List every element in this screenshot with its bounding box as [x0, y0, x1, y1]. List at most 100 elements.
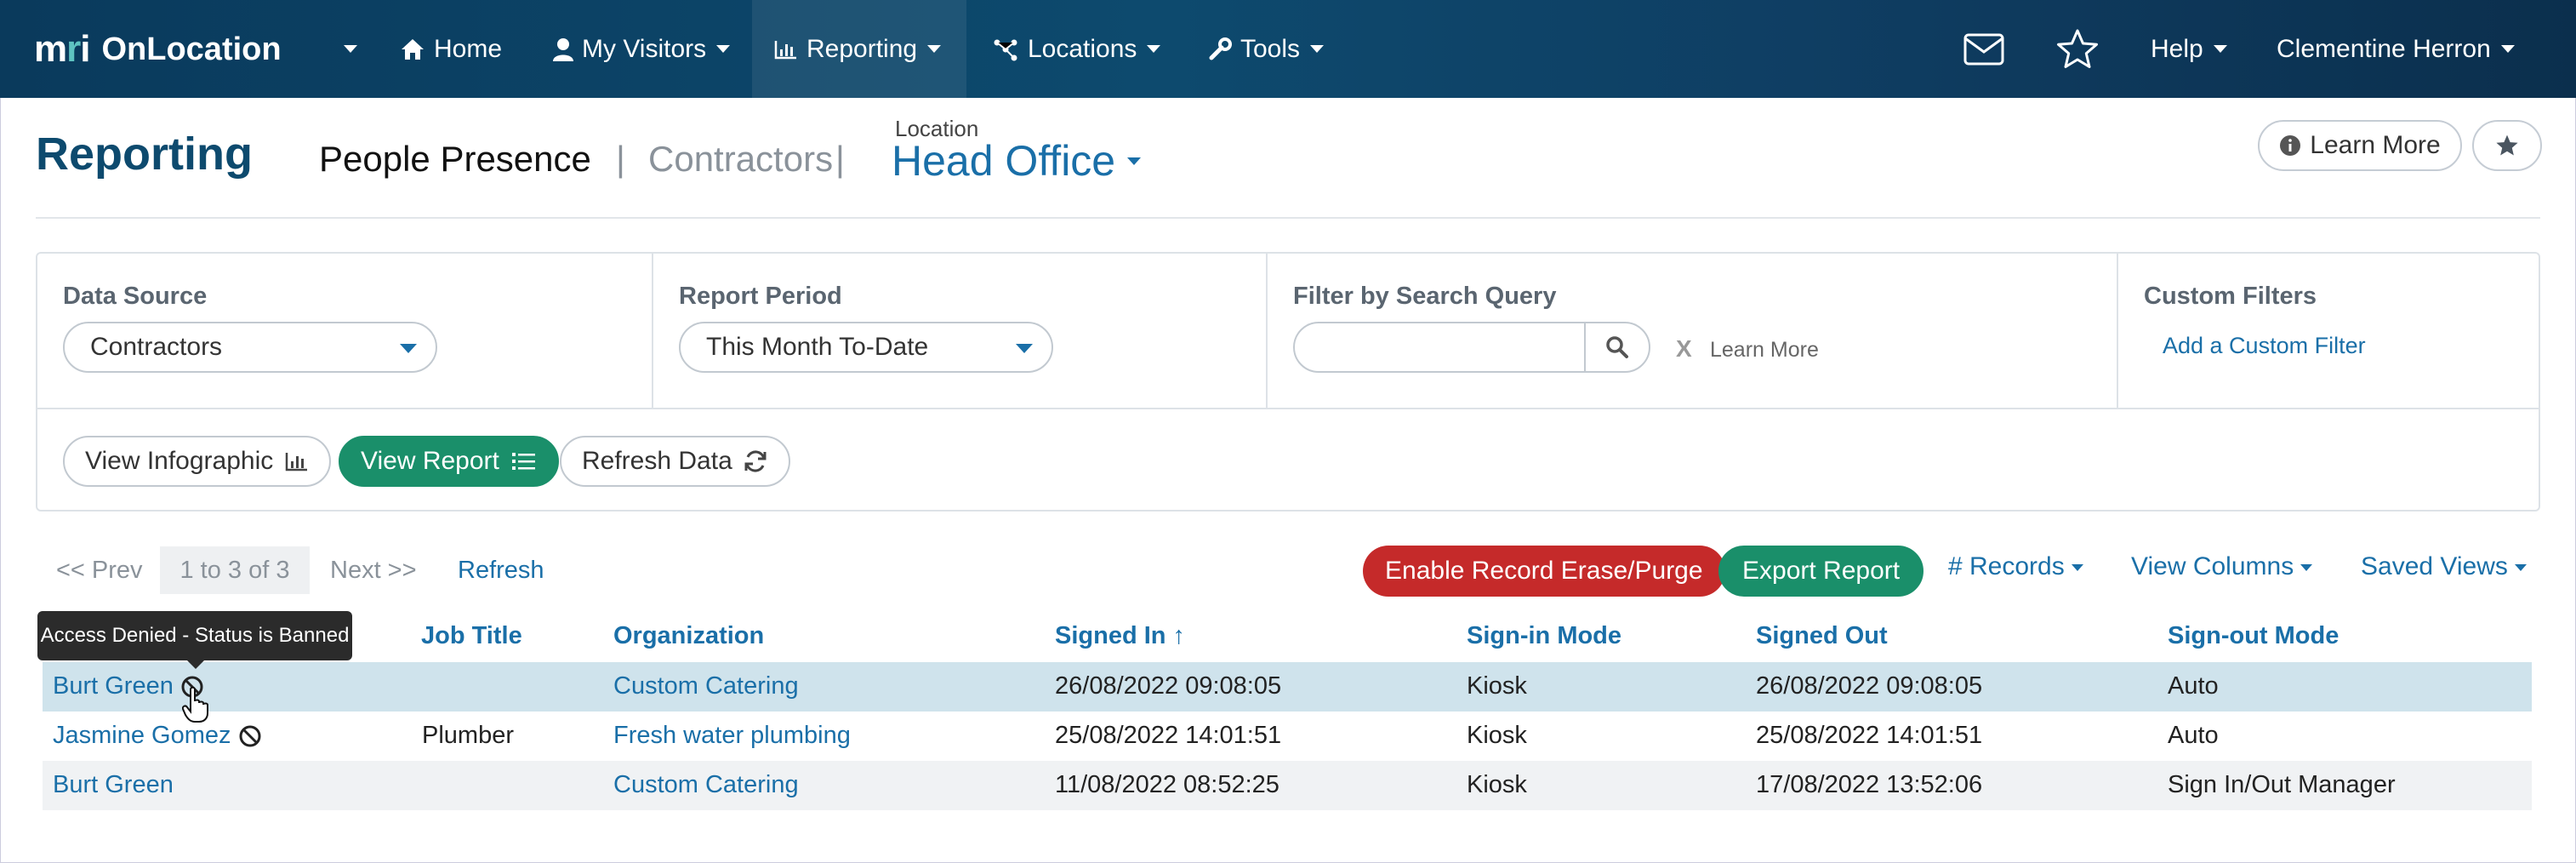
pager-prev[interactable]: << Prev	[56, 546, 143, 594]
brand-logo[interactable]: mri OnLocation	[34, 26, 282, 73]
signed-in-cell: 25/08/2022 14:01:51	[1055, 722, 1282, 749]
chevron-down-icon	[1147, 45, 1161, 53]
search-learn-more-link[interactable]: Learn More	[1710, 338, 1819, 363]
data-source-select[interactable]: Contractors	[63, 322, 437, 373]
enable-record-erase-button[interactable]: Enable Record Erase/Purge	[1363, 546, 1725, 597]
saved-views-dropdown[interactable]: Saved Views	[2361, 552, 2527, 581]
chevron-down-icon	[1127, 157, 1142, 165]
refresh-data-button[interactable]: Refresh Data	[560, 436, 790, 487]
view-infographic-button[interactable]: View Infographic	[63, 436, 332, 487]
nav-tools-label: Tools	[1240, 34, 1301, 63]
refresh-link[interactable]: Refresh	[458, 546, 544, 594]
sign-in-mode-cell: Kiosk	[1467, 672, 1527, 700]
view-columns-label: View Columns	[2131, 552, 2294, 580]
report-period-filter: Report Period This Month To-Date	[653, 254, 1268, 409]
top-navbar: mri OnLocation Home My Visitors Reportin…	[0, 0, 2576, 98]
user-menu[interactable]: Clementine Herron	[2277, 0, 2515, 98]
favorite-report-button[interactable]	[2472, 120, 2542, 171]
export-label: Export Report	[1742, 557, 1901, 585]
help-menu[interactable]: Help	[2151, 0, 2227, 98]
banned-icon[interactable]	[238, 724, 262, 748]
location-selector[interactable]: Head Office	[892, 136, 1142, 186]
custom-filters-label: Custom Filters	[2144, 283, 2317, 310]
chevron-down-icon	[2213, 45, 2227, 53]
star-icon	[2055, 28, 2100, 71]
app-switcher-dropdown[interactable]	[333, 0, 357, 98]
chevron-down-icon	[2071, 564, 2083, 572]
messages-button[interactable]	[1963, 0, 2004, 98]
search-input[interactable]	[1293, 322, 1650, 373]
table-row[interactable]: Jasmine Gomez Plumber Fresh water plumbi…	[43, 712, 2532, 761]
learn-more-button[interactable]: Learn More	[2258, 120, 2462, 171]
chevron-down-icon	[2500, 45, 2515, 53]
pager-next[interactable]: Next >>	[330, 546, 417, 594]
view-report-button[interactable]: View Report	[339, 436, 559, 487]
nav-home-label: Home	[434, 34, 503, 63]
search-button[interactable]	[1584, 323, 1649, 371]
view-infographic-label: View Infographic	[85, 447, 274, 475]
mri-logo-mark: mri	[34, 28, 90, 70]
job-title-cell: Plumber	[422, 722, 514, 749]
column-header-signed-in[interactable]: Signed In ↑	[1055, 622, 1185, 650]
nav-my-visitors[interactable]: My Visitors	[553, 0, 731, 98]
crumb-contractors[interactable]: Contractors	[648, 139, 833, 180]
signed-out-cell: 17/08/2022 13:52:06	[1756, 771, 1983, 798]
nav-tools[interactable]: Tools	[1208, 0, 1325, 98]
nav-my-visitors-label: My Visitors	[582, 34, 707, 63]
data-source-filter: Data Source Contractors	[37, 254, 653, 409]
column-header-signed-out[interactable]: Signed Out	[1756, 622, 1888, 650]
table-row[interactable]: Burt Green Custom Catering 26/08/2022 09…	[43, 662, 2532, 712]
person-name-link[interactable]: Burt Green	[53, 771, 174, 799]
table-row[interactable]: Burt Green Custom Catering 11/08/2022 08…	[43, 761, 2532, 810]
wrench-icon	[1208, 37, 1232, 61]
person-name-link[interactable]: Jasmine Gomez	[53, 722, 262, 750]
add-custom-filter-link[interactable]: Add a Custom Filter	[2163, 333, 2366, 359]
favorites-button[interactable]	[2055, 0, 2100, 98]
organization-link[interactable]: Fresh water plumbing	[613, 722, 851, 750]
nav-reporting[interactable]: Reporting	[752, 0, 966, 98]
export-report-button[interactable]: Export Report	[1718, 546, 1924, 597]
nav-reporting-label: Reporting	[806, 34, 918, 63]
crumb-people-presence[interactable]: People Presence	[319, 139, 591, 180]
chevron-down-icon	[344, 45, 357, 53]
search-icon	[1605, 335, 1629, 359]
crumb-separator: |	[835, 139, 845, 179]
header-divider	[36, 217, 2540, 219]
search-label: Filter by Search Query	[1293, 283, 1557, 310]
data-source-label: Data Source	[63, 283, 208, 310]
erase-label: Enable Record Erase/Purge	[1385, 557, 1703, 585]
sign-out-mode-cell: Sign In/Out Manager	[2168, 771, 2396, 798]
chevron-down-icon	[1310, 45, 1325, 53]
records-dropdown[interactable]: # Records	[1948, 552, 2083, 581]
clear-search-icon[interactable]: X	[1676, 335, 1692, 363]
chevron-down-icon	[2300, 564, 2313, 572]
sign-in-mode-cell: Kiosk	[1467, 722, 1527, 749]
view-columns-dropdown[interactable]: View Columns	[2131, 552, 2313, 581]
nav-home[interactable]: Home	[400, 0, 502, 98]
column-header-sign-in-mode[interactable]: Sign-in Mode	[1467, 622, 1621, 650]
nav-locations-label: Locations	[1028, 34, 1137, 63]
filter-row: Data Source Contractors Report Period Th…	[37, 254, 2539, 409]
organization-link[interactable]: Custom Catering	[613, 672, 799, 700]
learn-more-label: Learn More	[2310, 131, 2441, 159]
saved-views-label: Saved Views	[2361, 552, 2508, 580]
chevron-down-icon	[1016, 344, 1033, 353]
app-name: OnLocation	[101, 31, 282, 67]
column-header-organization[interactable]: Organization	[613, 622, 764, 650]
column-header-sign-out-mode[interactable]: Sign-out Mode	[2168, 622, 2339, 650]
sign-in-mode-cell: Kiosk	[1467, 771, 1527, 798]
report-period-select[interactable]: This Month To-Date	[679, 322, 1053, 373]
refresh-data-label: Refresh Data	[582, 447, 732, 475]
bar-chart-icon	[774, 39, 798, 60]
chevron-down-icon	[927, 45, 942, 53]
nav-locations[interactable]: Locations	[992, 0, 1161, 98]
search-filter: Filter by Search Query X Learn More	[1268, 254, 2118, 409]
envelope-icon	[1963, 33, 2004, 66]
column-header-job-title[interactable]: Job Title	[421, 622, 522, 650]
chevron-down-icon	[716, 45, 731, 53]
bar-chart-icon	[285, 451, 309, 472]
organization-link[interactable]: Custom Catering	[613, 771, 799, 799]
home-icon	[400, 37, 425, 61]
user-name: Clementine Herron	[2277, 34, 2491, 63]
chevron-down-icon	[2514, 564, 2527, 572]
